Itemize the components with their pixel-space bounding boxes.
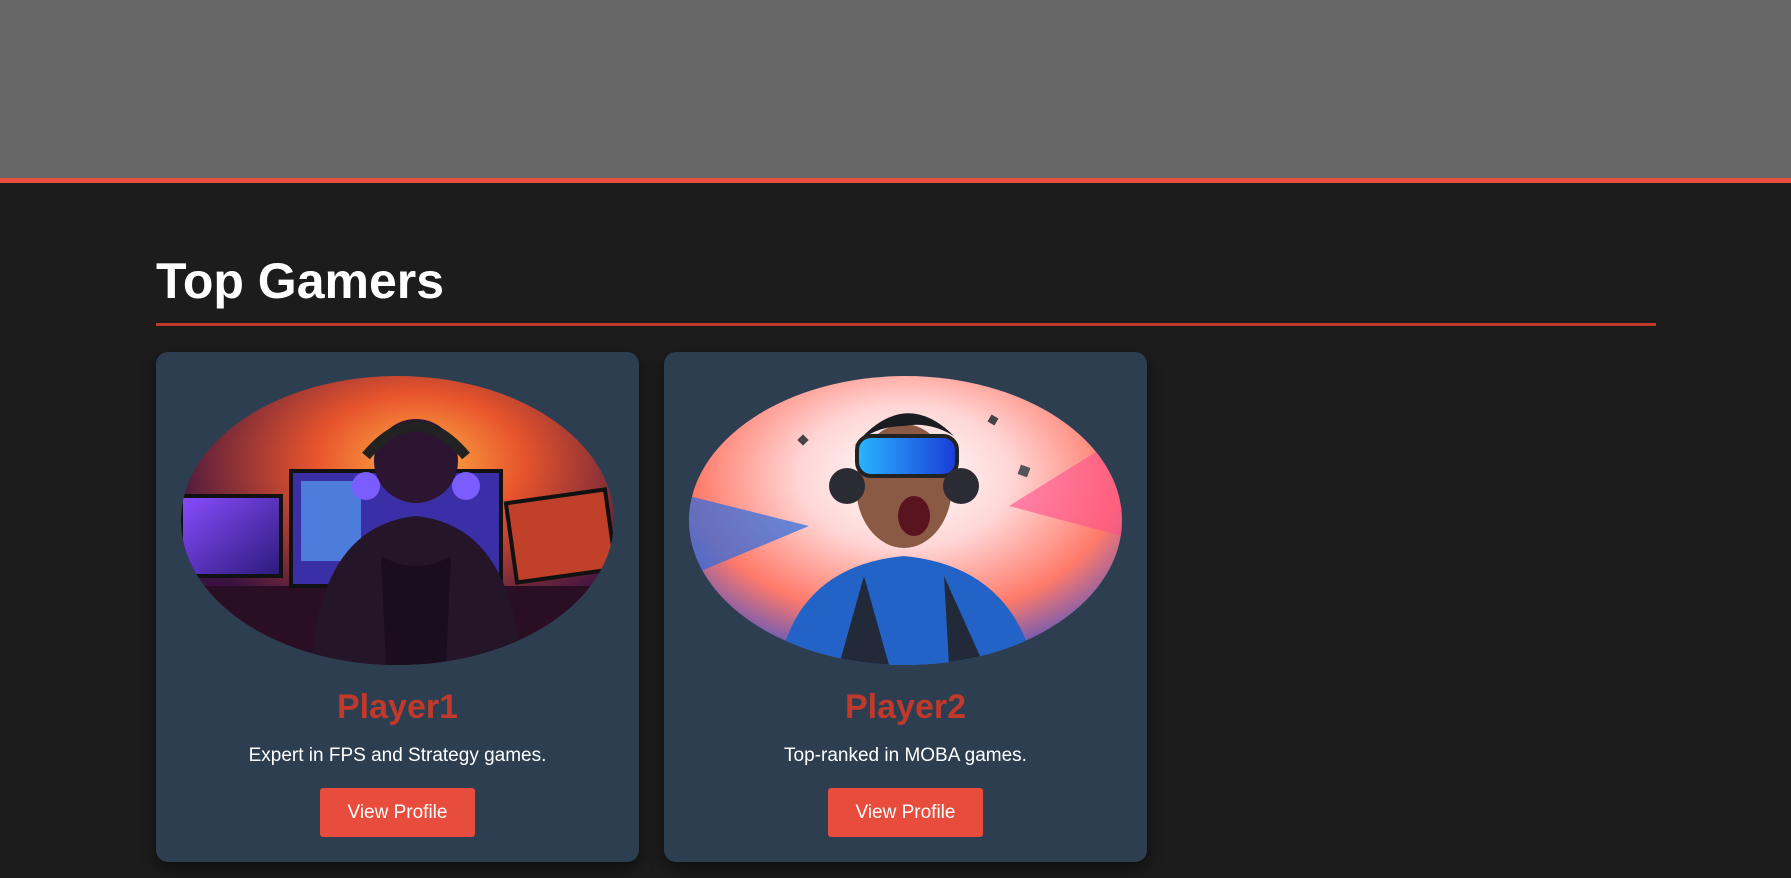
player-avatar <box>689 376 1122 665</box>
view-profile-button[interactable]: View Profile <box>320 788 475 837</box>
player-name: Player1 <box>337 688 458 726</box>
view-profile-button[interactable]: View Profile <box>828 788 983 837</box>
player-description: Expert in FPS and Strategy games. <box>248 745 547 766</box>
section-title: Top Gamers <box>156 236 1656 326</box>
header-banner <box>0 0 1791 183</box>
vr-gamer-illustration <box>689 376 1122 665</box>
player-description: Top-ranked in MOBA games. <box>784 745 1027 766</box>
top-gamers-section: Top Gamers Player1 Expert in FPS and Str… <box>156 236 1656 862</box>
player-card: Player1 Expert in FPS and Strategy games… <box>156 352 639 862</box>
player-card-list: Player1 Expert in FPS and Strategy games… <box>156 352 1147 862</box>
player-name: Player2 <box>845 688 966 726</box>
player-avatar <box>181 376 614 665</box>
player-card: Player2 Top-ranked in MOBA games. View P… <box>664 352 1147 862</box>
gamer-at-desk-illustration <box>181 376 614 665</box>
